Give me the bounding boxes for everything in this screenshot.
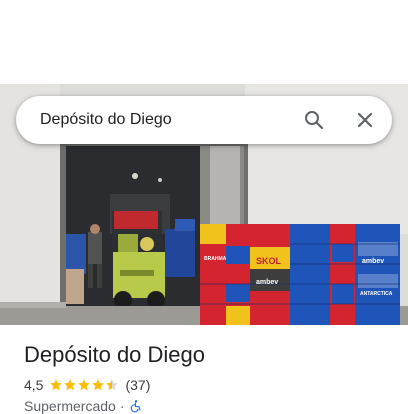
crate-logo-ambev: ambev xyxy=(362,258,384,265)
crate-stacks xyxy=(200,224,400,325)
star-icon xyxy=(92,379,105,391)
star-icon xyxy=(50,379,63,391)
rating-stars xyxy=(49,378,119,392)
star-icon xyxy=(64,379,77,391)
star-icon xyxy=(106,379,119,391)
map-top-area xyxy=(0,0,408,84)
place-category: Supermercado xyxy=(24,398,116,414)
clear-search-button[interactable] xyxy=(353,108,377,132)
search-icon xyxy=(305,111,324,130)
rating-row[interactable]: 4,5 (37) xyxy=(24,375,150,395)
crate-logo-brahma: BRAHMA xyxy=(204,256,227,262)
wheelchair-icon xyxy=(130,400,141,413)
review-count[interactable]: (37) xyxy=(125,377,150,393)
place-title: Depósito do Diego xyxy=(24,342,206,367)
place-info-panel: Depósito do Diego 4,5 (37) Supermercado … xyxy=(0,325,408,414)
rating-value: 4,5 xyxy=(24,377,44,393)
category-row: Supermercado · xyxy=(24,398,143,414)
separator-dot: · xyxy=(119,398,125,414)
search-bar[interactable]: Depósito do Diego xyxy=(16,96,392,144)
star-icon xyxy=(78,379,91,391)
crate-logo-antarctica: ANTARCTICA xyxy=(360,291,393,297)
close-icon xyxy=(357,112,373,128)
search-query[interactable]: Depósito do Diego xyxy=(40,96,172,144)
search-button[interactable] xyxy=(302,108,326,132)
crate-logo-skol: SKOL xyxy=(256,256,282,266)
crate-logo-ambev-2: ambev xyxy=(256,279,278,286)
